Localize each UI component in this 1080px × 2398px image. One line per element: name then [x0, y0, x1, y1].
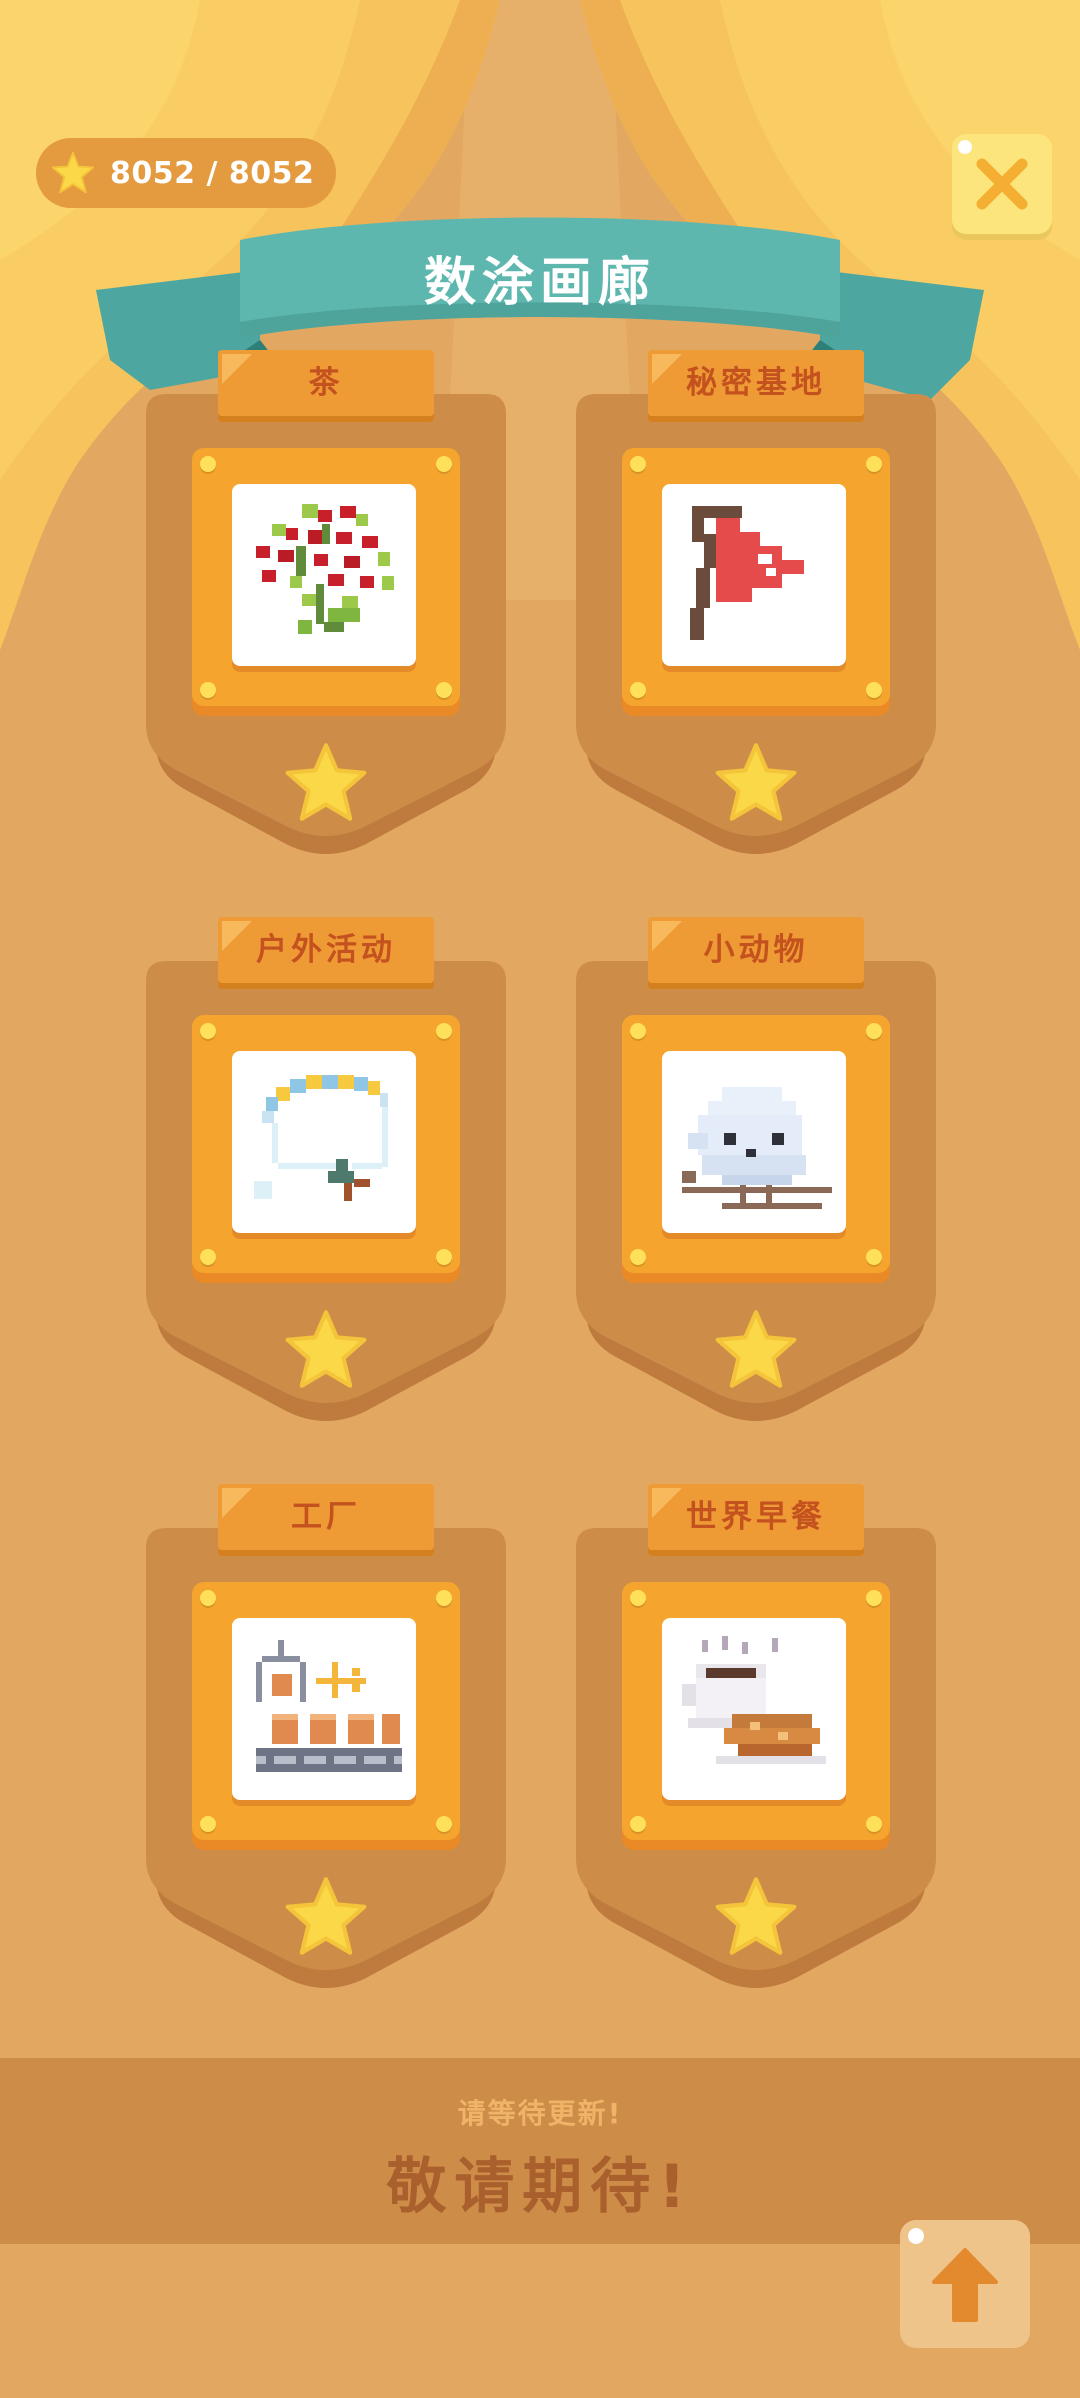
- frame-stud: [866, 682, 882, 698]
- tea-plant-pixel-art: [232, 484, 416, 666]
- frame-stud: [436, 1816, 452, 1832]
- frame-stud: [200, 1590, 216, 1606]
- frame-stud: [200, 1023, 216, 1039]
- album-label: 茶: [308, 365, 344, 401]
- frame-stud: [866, 456, 882, 472]
- star-icon: [715, 1310, 797, 1388]
- button-highlight: [908, 2228, 924, 2244]
- star-icon: [715, 1877, 797, 1955]
- frame-stud: [630, 1023, 646, 1039]
- star-icon: [51, 151, 95, 194]
- picture-frame: [622, 448, 890, 706]
- album-label: 户外活动: [256, 932, 396, 968]
- star-icon: [285, 1877, 367, 1955]
- frame-stud: [200, 1816, 216, 1832]
- album-label: 世界早餐: [686, 1499, 826, 1535]
- frame-stud: [630, 456, 646, 472]
- picture-frame: [622, 1015, 890, 1273]
- scroll-top-button[interactable]: [900, 2220, 1030, 2348]
- frame-stud: [436, 1249, 452, 1265]
- star-count-text: 8052 / 8052: [110, 155, 315, 191]
- frame-stud: [200, 1249, 216, 1265]
- picture-frame: [192, 448, 460, 706]
- star-counter: 8052 / 8052: [36, 138, 336, 208]
- album-card-outdoor[interactable]: 户外活动: [146, 917, 506, 1431]
- arrow-up-icon: [932, 2248, 998, 2322]
- frame-stud: [200, 682, 216, 698]
- album-card-secret-base[interactable]: 秘密基地: [576, 350, 936, 864]
- paraglider-pixel-art: [232, 1051, 416, 1233]
- star-icon: [285, 743, 367, 821]
- album-label: 工厂: [291, 1499, 361, 1535]
- frame-stud: [866, 1816, 882, 1832]
- white-bird-pixel-art: [662, 1051, 846, 1233]
- star-icon: [715, 743, 797, 821]
- frame-stud: [630, 1816, 646, 1832]
- album-card-world-breakfast[interactable]: 世界早餐: [576, 1484, 936, 1998]
- frame-stud: [436, 1590, 452, 1606]
- red-flag-pixel-art: [662, 484, 846, 666]
- album-card-factory[interactable]: 工厂: [146, 1484, 506, 1998]
- coming-soon-subtitle: 请等待更新!: [457, 2097, 623, 2130]
- frame-stud: [630, 682, 646, 698]
- frame-stud: [866, 1590, 882, 1606]
- frame-stud: [630, 1249, 646, 1265]
- frame-stud: [866, 1023, 882, 1039]
- button-highlight: [958, 140, 972, 154]
- frame-stud: [436, 1023, 452, 1039]
- coming-soon-title: 敬请期待!: [386, 2152, 694, 2222]
- album-label: 秘密基地: [686, 365, 826, 401]
- picture-frame: [192, 1582, 460, 1840]
- frame-stud: [436, 456, 452, 472]
- album-card-tea[interactable]: 茶: [146, 350, 506, 864]
- album-label: 小动物: [703, 932, 809, 968]
- factory-pixel-art: [232, 1618, 416, 1800]
- frame-stud: [436, 682, 452, 698]
- frame-stud: [200, 456, 216, 472]
- star-icon: [285, 1310, 367, 1388]
- picture-frame: [192, 1015, 460, 1273]
- breakfast-pixel-art: [662, 1618, 846, 1800]
- picture-frame: [622, 1582, 890, 1840]
- page-title: 数涂画廊: [423, 253, 656, 313]
- album-card-small-animals[interactable]: 小动物: [576, 917, 936, 1431]
- frame-stud: [630, 1590, 646, 1606]
- close-icon: [976, 158, 1028, 210]
- frame-stud: [866, 1249, 882, 1265]
